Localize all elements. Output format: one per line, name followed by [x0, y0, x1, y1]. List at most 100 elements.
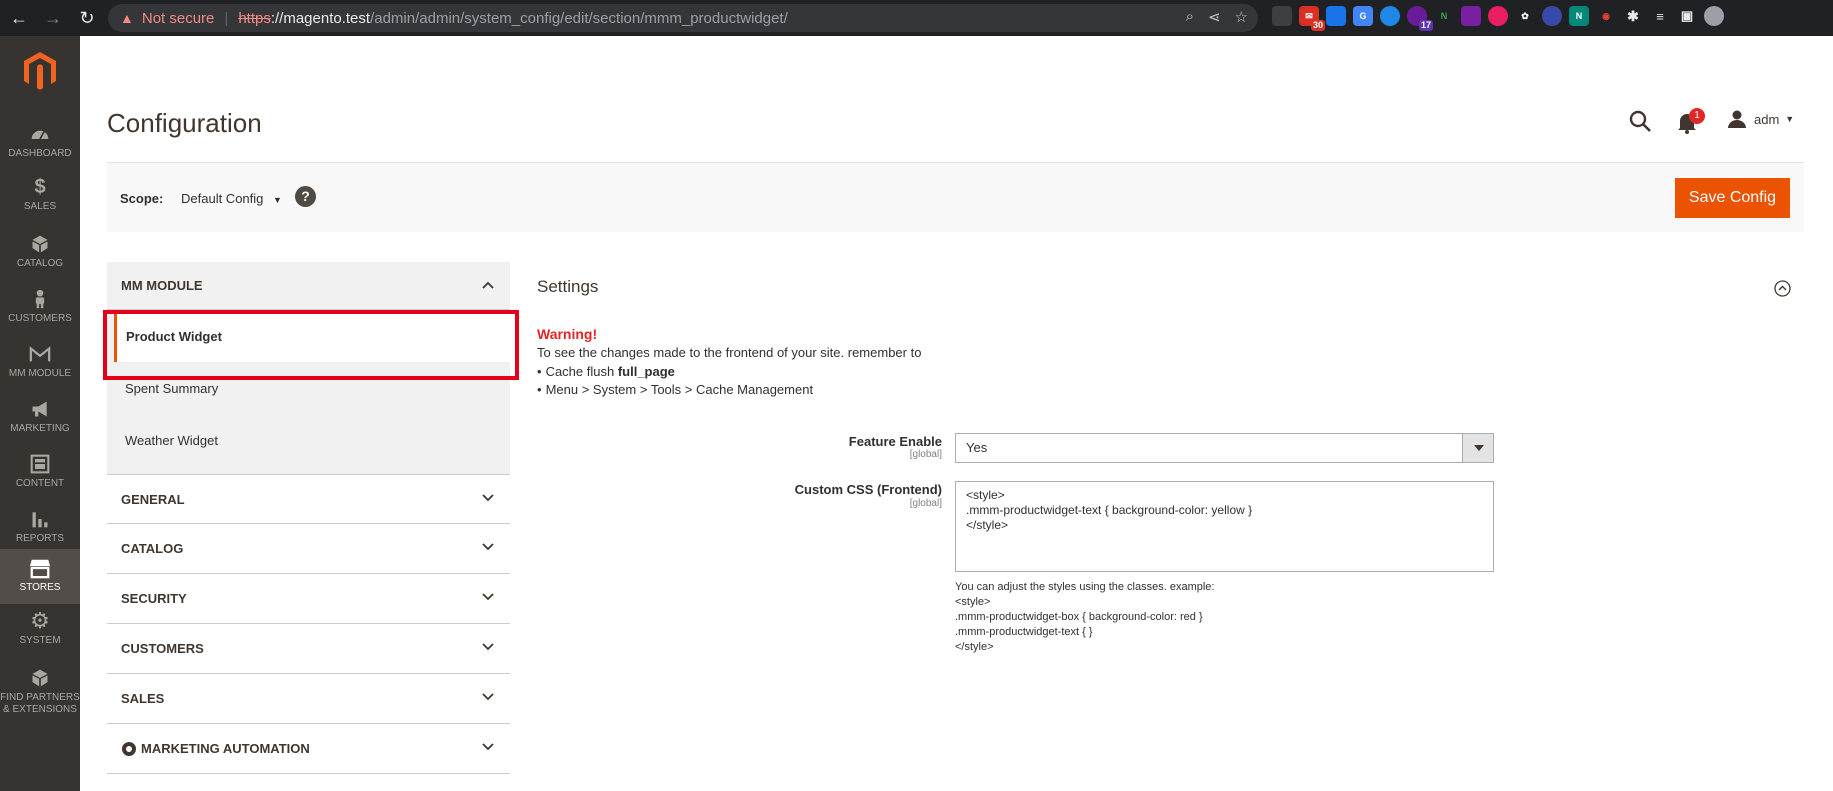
feature-enable-scope: [global]	[909, 449, 942, 460]
tab-item-weather-widget[interactable]: Weather Widget	[107, 414, 510, 466]
mail-extension-icon[interactable]: ✉ 30	[1299, 6, 1325, 31]
layout-icon	[30, 454, 50, 474]
scope-label: Scope:	[120, 191, 164, 206]
not-secure-label: Not secure	[141, 9, 215, 27]
chevron-down-icon	[482, 494, 494, 502]
dashboard-icon	[31, 130, 49, 140]
page-actions-bar: Scope: Default Config ▼ ? Save Config	[107, 162, 1804, 232]
magento-logo-icon[interactable]	[24, 52, 56, 90]
chevron-down-icon	[482, 643, 494, 651]
box-icon	[32, 235, 48, 253]
menu-marketing[interactable]: MARKETING	[0, 390, 80, 445]
select-arrow-icon	[1462, 434, 1493, 462]
zoom-icon[interactable]: ⌕	[1186, 8, 1194, 26]
menu-customers[interactable]: CUSTOMERS	[0, 280, 80, 335]
tab-group-customers[interactable]: CUSTOMERS	[107, 624, 510, 674]
admin-sidebar: DASHBOARD $ SALES CATALOG CUSTOMERS MM M…	[0, 36, 80, 791]
extension-icon[interactable]	[1542, 6, 1562, 26]
side-panel-icon[interactable]: ▣	[1677, 6, 1697, 26]
feature-enable-label: Feature Enable	[848, 434, 942, 449]
extension-icon[interactable]	[1488, 6, 1508, 26]
bar-chart-icon	[32, 512, 48, 528]
reload-icon[interactable]: ↻	[72, 3, 102, 33]
person-icon	[35, 289, 45, 309]
extension-icon[interactable]: N	[1434, 6, 1454, 26]
warning-text: To see the changes made to the frontend …	[537, 345, 922, 360]
search-icon[interactable]	[1629, 110, 1651, 132]
custom-css-textarea[interactable]: <style> .mmm-productwidget-text { backgr…	[955, 481, 1494, 572]
user-name: adm	[1754, 111, 1780, 127]
collapse-circle-icon[interactable]	[1774, 280, 1791, 297]
reading-list-icon[interactable]: ≡	[1650, 6, 1670, 26]
extensions-bar: ✉ 30 G 17 N ✿ N ◉ ✱ ≡ ▣	[1272, 6, 1724, 31]
paw-extension-icon[interactable]: ✿	[1515, 6, 1535, 26]
extension-icon[interactable]	[1380, 6, 1400, 26]
extension-icon[interactable]	[1461, 6, 1481, 26]
back-icon[interactable]: ←	[4, 3, 34, 33]
chevron-down-icon	[482, 543, 494, 551]
marketing-automation-icon	[122, 741, 136, 756]
puzzle-icon[interactable]: ✱	[1623, 6, 1643, 26]
module-icon	[29, 346, 51, 362]
share-icon[interactable]: ⋖	[1208, 8, 1221, 26]
custom-css-label: Custom CSS (Frontend)	[794, 482, 942, 497]
warning-triangle-icon: ▲	[120, 10, 134, 26]
warning-list: Cache flush full_page Menu > System > To…	[537, 363, 814, 399]
menu-system[interactable]: ⚙ SYSTEM	[0, 604, 80, 659]
tab-group-mm-module[interactable]: MM MODULE	[107, 262, 510, 310]
custom-css-scope: [global]	[909, 498, 942, 509]
menu-dashboard[interactable]: DASHBOARD	[0, 115, 80, 170]
chevron-up-icon	[482, 281, 494, 289]
megaphone-icon	[32, 401, 47, 417]
feature-enable-select[interactable]: Yes	[955, 433, 1494, 463]
dollar-icon: $	[34, 176, 46, 198]
chevron-down-icon	[482, 743, 494, 751]
save-config-button[interactable]: Save Config	[1675, 178, 1790, 218]
extension-icon[interactable]	[1326, 6, 1346, 26]
url-separator: |	[224, 9, 229, 27]
menu-reports[interactable]: REPORTS	[0, 500, 80, 555]
warning-title: Warning!	[537, 326, 598, 342]
chevron-down-icon	[482, 693, 494, 701]
tab-group-security[interactable]: SECURITY	[107, 574, 510, 624]
tab-group-marketing-automation[interactable]: MARKETING AUTOMATION	[107, 724, 510, 774]
menu-catalog[interactable]: CATALOG	[0, 225, 80, 280]
url-path: /admin/admin/system_config/edit/section/…	[370, 9, 788, 27]
menu-mm-module[interactable]: MM MODULE	[0, 335, 80, 390]
menu-content[interactable]: CONTENT	[0, 445, 80, 500]
address-bar[interactable]: ▲ Not secure | https ://magento.test /ad…	[108, 4, 1258, 32]
tab-group-sales[interactable]: SALES	[107, 674, 510, 724]
menu-stores[interactable]: STORES	[0, 549, 80, 604]
store-icon	[29, 559, 51, 579]
menu-sales[interactable]: $ SALES	[0, 170, 80, 225]
scope-switcher[interactable]: Default Config ▼	[181, 191, 282, 206]
extensions-icon	[32, 669, 48, 687]
list-item: Cache flush full_page	[537, 363, 813, 381]
chevron-down-icon	[482, 593, 494, 601]
tab-group-catalog[interactable]: CATALOG	[107, 524, 510, 574]
page-title: Configuration	[107, 108, 262, 138]
help-icon[interactable]: ?	[295, 186, 316, 207]
translate-extension-icon[interactable]: G	[1353, 6, 1373, 26]
extension-icon[interactable]	[1272, 6, 1292, 26]
tab-group-general[interactable]: GENERAL	[107, 474, 510, 524]
notification-count-badge[interactable]: 1	[1689, 108, 1705, 124]
bookmark-star-icon[interactable]: ☆	[1235, 8, 1248, 26]
menu-find-partners[interactable]: FIND PARTNERS & EXTENSIONS	[0, 659, 80, 724]
extension-icon[interactable]: 17	[1407, 6, 1433, 31]
caret-down-icon: ▼	[1785, 114, 1795, 124]
list-item: Menu > System > Tools > Cache Management	[537, 381, 814, 399]
profile-avatar[interactable]	[1704, 6, 1724, 26]
browser-toolbar: ← → ↻ ▲ Not secure | https ://magento.te…	[0, 0, 1833, 36]
user-menu[interactable]: adm ▼	[1728, 110, 1794, 128]
highlight-annotation-box	[103, 310, 519, 380]
caret-down-icon: ▼	[273, 195, 282, 205]
url-host: ://magento.test	[270, 9, 371, 27]
forward-icon[interactable]: →	[38, 3, 68, 33]
url-scheme: https	[238, 9, 271, 27]
extension-icon[interactable]: ◉	[1596, 6, 1616, 26]
css-help-note: You can adjust the styles using the clas…	[955, 581, 1215, 653]
extension-icon[interactable]: N	[1569, 6, 1589, 26]
section-title: Settings	[537, 277, 599, 296]
gear-icon: ⚙	[30, 608, 50, 633]
